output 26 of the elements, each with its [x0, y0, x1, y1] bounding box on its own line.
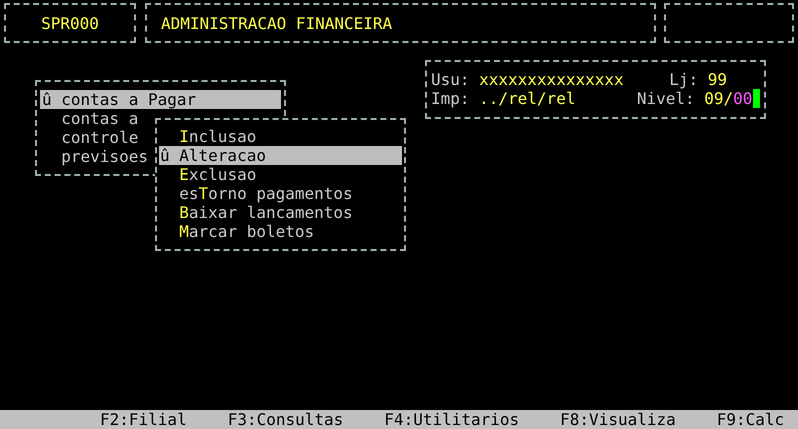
- function-key[interactable]: F4:Utilitarios: [384, 410, 520, 429]
- text-cursor: [753, 89, 760, 108]
- program-code: SPR000: [41, 14, 99, 32]
- menu-item[interactable]: Baixar lancamentos: [159, 203, 353, 222]
- menu-item[interactable]: previsoes: [40, 147, 148, 166]
- store-value: 99: [708, 70, 727, 89]
- menu-item[interactable]: Exclusao: [159, 165, 256, 184]
- printer-value: ../rel/rel: [479, 89, 576, 108]
- user-value: xxxxxxxxxxxxxxx: [479, 70, 624, 89]
- menu-item[interactable]: contas a: [40, 109, 138, 128]
- menu-item[interactable]: esTorno pagamentos: [159, 184, 353, 203]
- screen-title: ADMINISTRACAO FINANCEIRA: [161, 14, 392, 32]
- printer-label: Imp:: [431, 89, 470, 108]
- function-key[interactable]: F2:Filial: [100, 410, 187, 429]
- store-label: Lj:: [669, 70, 698, 89]
- function-key[interactable]: F3:Consultas: [228, 410, 344, 429]
- menu-item[interactable]: Inclusao: [159, 127, 256, 146]
- level-label: Nivel:: [636, 89, 695, 108]
- level-value: 09/00: [704, 89, 752, 108]
- user-label: Usu:: [431, 70, 470, 89]
- function-key[interactable]: F9:Calc: [716, 410, 784, 429]
- function-key[interactable]: F8:Visualiza: [560, 410, 676, 429]
- menu-item[interactable]: controle: [40, 128, 138, 147]
- menu-item[interactable]: û contas a Pagar: [40, 90, 281, 109]
- menu-item[interactable]: Marcar boletos: [159, 222, 314, 241]
- menu-item[interactable]: û Alteracao: [159, 146, 402, 165]
